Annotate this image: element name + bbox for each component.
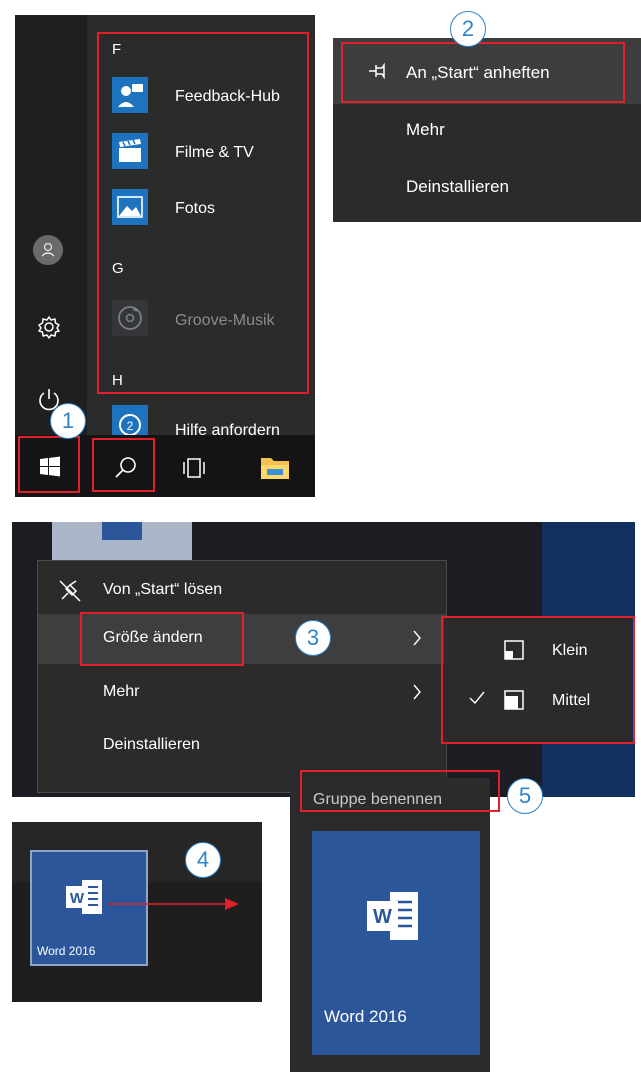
menu-item-unpin-from-start[interactable]: Von „Start“ lösen bbox=[103, 581, 222, 599]
step-badge-2: 2 bbox=[450, 11, 486, 47]
step-badge-3: 3 bbox=[295, 620, 331, 656]
step-badge-1: 1 bbox=[50, 403, 86, 439]
context-menu: Von „Start“ lösen Größe ändern Mehr Dein… bbox=[37, 560, 447, 793]
highlight-app-list bbox=[97, 32, 309, 394]
word-icon: W bbox=[64, 878, 110, 916]
word-tile-large[interactable]: W Word 2016 bbox=[312, 831, 480, 1055]
highlight-resize-item bbox=[80, 612, 244, 666]
highlight-search-button bbox=[92, 438, 155, 492]
tile-label: Word 2016 bbox=[37, 944, 96, 958]
tile-group-panel: Gruppe benennen W Word 2016 bbox=[290, 778, 490, 1072]
task-view-button[interactable] bbox=[181, 456, 207, 480]
svg-text:W: W bbox=[373, 906, 392, 928]
word-logo-fragment-icon bbox=[102, 522, 142, 540]
svg-text:W: W bbox=[70, 890, 85, 907]
settings-button[interactable] bbox=[35, 313, 63, 341]
svg-text:2: 2 bbox=[127, 419, 134, 433]
step-badge-4: 4 bbox=[185, 842, 221, 878]
avatar[interactable] bbox=[33, 235, 63, 265]
step-badge-5: 5 bbox=[507, 778, 543, 814]
highlight-pin-item bbox=[341, 42, 625, 103]
drag-arrow-icon bbox=[107, 896, 242, 912]
menu-item-more[interactable]: Mehr bbox=[406, 120, 445, 140]
gear-icon bbox=[38, 316, 60, 339]
highlight-start-button bbox=[18, 436, 80, 493]
tile-drag-panel: W Word 2016 bbox=[12, 822, 262, 1002]
task-view-icon bbox=[183, 458, 205, 478]
folder-icon bbox=[261, 458, 289, 479]
menu-item-uninstall[interactable]: Deinstallieren bbox=[103, 736, 200, 754]
chevron-right-icon bbox=[411, 629, 423, 647]
file-explorer-button[interactable] bbox=[259, 452, 291, 482]
word-icon: W bbox=[364, 889, 428, 943]
menu-item-uninstall[interactable]: Deinstallieren bbox=[406, 177, 509, 197]
highlight-group-name bbox=[300, 770, 500, 812]
unpin-icon bbox=[58, 579, 82, 603]
highlight-submenu bbox=[441, 616, 635, 744]
tile-label: Word 2016 bbox=[324, 1007, 407, 1026]
chevron-right-icon bbox=[411, 683, 423, 701]
menu-item-more[interactable]: Mehr bbox=[103, 683, 139, 701]
user-icon bbox=[41, 242, 55, 257]
start-rail bbox=[15, 15, 87, 435]
